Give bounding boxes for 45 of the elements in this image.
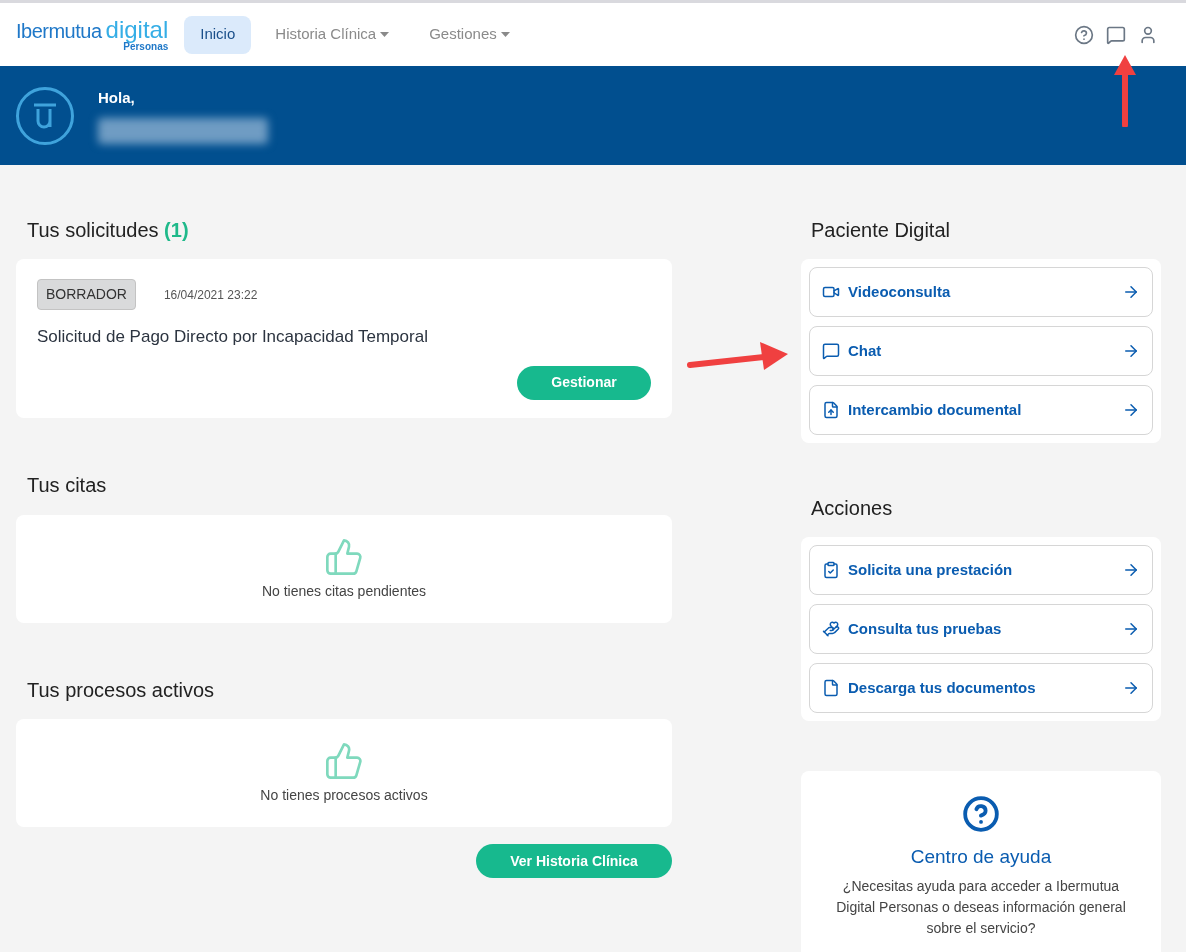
arrow-right-icon [1122, 401, 1140, 419]
nav-tab[interactable]: Inicio [184, 15, 252, 54]
clipboard-check-icon [822, 561, 840, 579]
menu-item[interactable]: Consulta tus pruebas [809, 604, 1153, 654]
menu-item[interactable]: Solicita una prestación [809, 545, 1153, 595]
menu-item[interactable]: Intercambio documental [809, 385, 1153, 435]
greeting: Hola, [98, 88, 136, 109]
user-icon[interactable] [1138, 24, 1158, 45]
nav-tab[interactable]: Historia Clínica [259, 15, 406, 54]
section-title: Tus procesos activos [27, 678, 216, 703]
request-date: 16/04/2021 23:22 [163, 286, 258, 304]
file-icon [822, 679, 840, 697]
arrow-right-icon [1122, 342, 1140, 360]
hand-heart-icon [822, 620, 840, 638]
status-badge: BORRADOR [37, 279, 136, 310]
arrow-right-icon [1122, 679, 1140, 697]
avatar-logo-icon [16, 86, 74, 145]
arrow-right-icon [1122, 283, 1140, 301]
thumbs-up-icon [324, 740, 364, 781]
logo-brand: Ibermutua [16, 20, 102, 41]
menu-item[interactable]: Descarga tus documentos [809, 663, 1153, 713]
logo-subtitle: Personas [123, 41, 169, 52]
menu-item[interactable]: Videoconsulta [809, 267, 1153, 317]
nav-tab[interactable]: Gestiones [413, 15, 526, 54]
thumbs-up-icon [324, 536, 364, 577]
chat-icon [822, 342, 840, 360]
logo-product: digital [105, 17, 169, 42]
help-text: ¿Necesitas ayuda para acceder a Ibermutua Digital Personas o deseas información general sobre el servicio? [835, 876, 1127, 938]
request-title: Solicitud de Pago Directo por Incapacidad Temporal [37, 326, 429, 348]
file-upload-icon [822, 401, 840, 419]
chat-icon[interactable] [1106, 24, 1126, 45]
empty-message: No tienes citas pendientes [261, 581, 427, 601]
caret-icon [500, 32, 510, 37]
arrow-right-icon [1122, 620, 1140, 638]
arrow-right-icon [1122, 561, 1140, 579]
help-title: Centro de ayuda [910, 845, 1052, 869]
help-icon[interactable] [1074, 24, 1094, 45]
help-icon [962, 795, 1000, 833]
section-title: Acciones [811, 496, 894, 521]
menu-item[interactable]: Chat [809, 326, 1153, 376]
section-title: Tus solicitudes (1) [27, 218, 190, 243]
empty-message: No tienes procesos activos [260, 785, 428, 805]
caret-icon [380, 32, 390, 37]
section-title: Paciente Digital [811, 218, 951, 243]
section-title: Tus citas [27, 473, 108, 498]
